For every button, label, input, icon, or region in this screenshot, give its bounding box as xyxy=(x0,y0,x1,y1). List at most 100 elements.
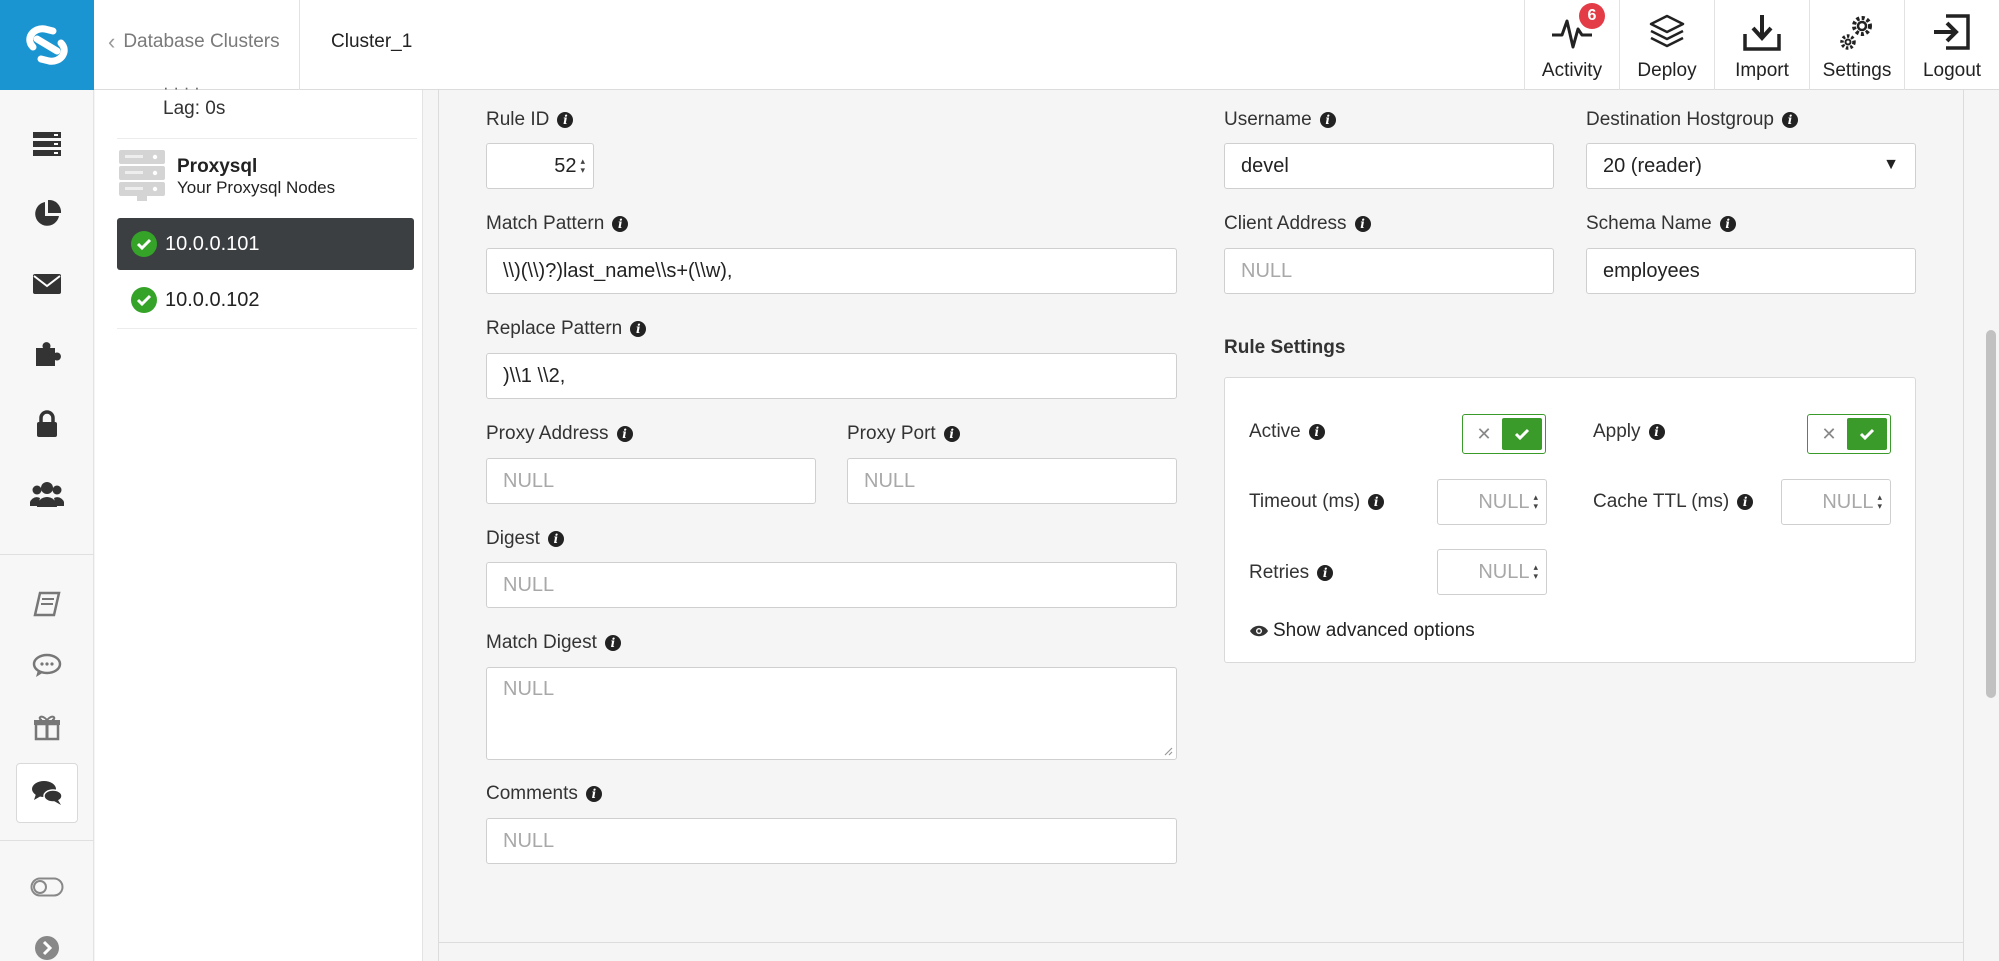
users-nav-icon[interactable] xyxy=(0,474,94,514)
digest-input[interactable]: NULL xyxy=(486,562,1177,608)
info-icon: i xyxy=(1719,216,1736,232)
expand-nav-icon[interactable] xyxy=(0,928,94,961)
destination-hostgroup-value: 20 (reader) xyxy=(1603,154,1702,177)
logout-icon xyxy=(1934,14,1970,50)
layers-icon xyxy=(1649,14,1685,48)
settings-label: Settings xyxy=(1822,60,1892,81)
node-label: 10.0.0.101 xyxy=(165,232,260,255)
info-icon: i xyxy=(1782,112,1798,128)
import-icon xyxy=(1743,15,1781,51)
rule-id-input[interactable]: 52 ▴ ▾ xyxy=(486,143,594,189)
client-address-label: Client Address i xyxy=(1224,213,1371,235)
breadcrumb-back-link[interactable]: ‹ Database Clusters xyxy=(108,0,280,84)
deploy-button[interactable]: Deploy xyxy=(1619,0,1714,90)
logout-button[interactable]: Logout xyxy=(1904,0,1999,90)
breadcrumb-database-clusters: Database Clusters xyxy=(123,31,280,52)
nav-rail xyxy=(0,90,94,961)
app-logo[interactable] xyxy=(0,0,94,90)
dropdown-caret-icon: ▼ xyxy=(1883,156,1899,173)
spinner-icon[interactable]: ▴ ▾ xyxy=(1877,493,1882,511)
active-toggle[interactable]: ✕ xyxy=(1462,414,1546,454)
retries-input[interactable]: NULL ▴ ▾ xyxy=(1437,549,1547,595)
replace-pattern-input[interactable]: )\\1 \\2, xyxy=(486,353,1177,399)
pie-chart-nav-icon[interactable] xyxy=(0,194,94,234)
info-icon: i xyxy=(585,786,602,802)
spinner-icon[interactable]: ▴ ▾ xyxy=(1533,493,1538,511)
top-bar: ‹ Database Clusters Cluster_1 6 Activity… xyxy=(0,0,1999,90)
rail-divider xyxy=(0,554,94,555)
deploy-label: Deploy xyxy=(1637,60,1697,81)
info-icon: i xyxy=(1319,112,1336,128)
active-label: Active i xyxy=(1249,421,1325,443)
info-icon: i xyxy=(616,426,633,442)
replication-lag: Lag: 0s xyxy=(163,98,226,119)
cache-ttl-input[interactable]: NULL ▴ ▾ xyxy=(1781,479,1891,525)
proxy-port-input[interactable]: NULL xyxy=(847,458,1177,504)
resize-handle-icon[interactable] xyxy=(1163,746,1173,756)
check-circle-icon xyxy=(131,231,157,257)
clusters-nav-icon[interactable] xyxy=(0,124,94,164)
show-advanced-options-text: Show advanced options xyxy=(1273,620,1475,641)
destination-hostgroup-select[interactable]: 20 (reader) ▼ xyxy=(1586,143,1916,189)
gift-nav-icon[interactable] xyxy=(0,707,94,747)
timeout-placeholder: NULL xyxy=(1478,490,1530,513)
cache-ttl-placeholder: NULL xyxy=(1822,490,1874,513)
settings-button[interactable]: Settings xyxy=(1809,0,1904,90)
client-address-input[interactable]: NULL xyxy=(1224,248,1554,294)
apply-toggle[interactable]: ✕ xyxy=(1807,414,1891,454)
timeout-input[interactable]: NULL ▴ ▾ xyxy=(1437,479,1547,525)
apply-label: Apply i xyxy=(1593,421,1665,443)
spinner-icon[interactable]: ▴ ▾ xyxy=(580,157,585,175)
schema-name-input[interactable]: employees xyxy=(1586,248,1916,294)
activity-button[interactable]: 6 Activity xyxy=(1524,0,1619,90)
breadcrumb-divider xyxy=(299,0,300,90)
comments-input[interactable]: NULL xyxy=(486,818,1177,864)
lock-nav-icon[interactable] xyxy=(0,404,94,444)
info-icon: i xyxy=(1737,494,1754,510)
node-label: 10.0.0.102 xyxy=(165,288,260,311)
match-pattern-input[interactable]: \\)(\\)?)last_name\\s+(\\w), xyxy=(486,248,1177,294)
scrollbar-thumb[interactable] xyxy=(1986,330,1996,698)
spinner-icon[interactable]: ▴ ▾ xyxy=(1533,563,1538,581)
puzzle-nav-icon[interactable] xyxy=(0,334,94,374)
toggle-nav-icon[interactable] xyxy=(0,867,94,907)
show-advanced-options-link[interactable]: Show advanced options xyxy=(1249,620,1475,642)
proxy-address-input[interactable]: NULL xyxy=(486,458,816,504)
check-circle-icon xyxy=(131,287,157,313)
destination-hostgroup-label: Destination Hostgroup i xyxy=(1586,109,1798,131)
comments-label: Comments i xyxy=(486,783,602,805)
match-pattern-label: Match Pattern i xyxy=(486,213,629,235)
match-digest-textarea[interactable]: NULL xyxy=(486,667,1177,760)
eye-icon xyxy=(1250,625,1268,637)
book-nav-icon[interactable] xyxy=(0,584,94,624)
proxy-port-label: Proxy Port i xyxy=(847,423,960,445)
timeout-label: Timeout (ms) i xyxy=(1249,491,1385,513)
info-icon: i xyxy=(612,216,629,232)
proxysql-title: Proxysql xyxy=(177,156,258,177)
truncated-node-text: · · · · xyxy=(163,78,200,97)
import-button[interactable]: Import xyxy=(1714,0,1809,90)
info-icon: i xyxy=(1368,494,1385,510)
match-digest-placeholder: NULL xyxy=(503,678,555,700)
info-icon: i xyxy=(557,112,574,128)
logo-icon xyxy=(26,25,68,65)
username-label: Username i xyxy=(1224,109,1336,131)
match-digest-label: Match Digest i xyxy=(486,632,621,654)
node-item-10-0-0-102[interactable]: 10.0.0.102 xyxy=(117,274,414,326)
info-icon: i xyxy=(630,321,647,337)
import-label: Import xyxy=(1735,60,1789,81)
info-icon: i xyxy=(1648,424,1665,440)
info-icon: i xyxy=(943,426,960,442)
retries-placeholder: NULL xyxy=(1478,560,1530,583)
rail-divider-2 xyxy=(0,840,94,841)
node-item-10-0-0-101[interactable]: 10.0.0.101 xyxy=(117,218,414,270)
cache-ttl-label: Cache TTL (ms) i xyxy=(1593,491,1754,513)
comment-nav-icon[interactable] xyxy=(0,646,94,686)
server-icon xyxy=(119,150,165,201)
chat-nav-icon[interactable] xyxy=(0,773,94,813)
username-input[interactable]: devel xyxy=(1224,143,1554,189)
node-list-panel: · · · · Lag: 0s Proxysql Your Proxysql N… xyxy=(95,78,423,961)
retries-label: Retries i xyxy=(1249,562,1334,584)
mail-nav-icon[interactable] xyxy=(0,264,94,304)
activity-badge: 6 xyxy=(1579,3,1605,29)
